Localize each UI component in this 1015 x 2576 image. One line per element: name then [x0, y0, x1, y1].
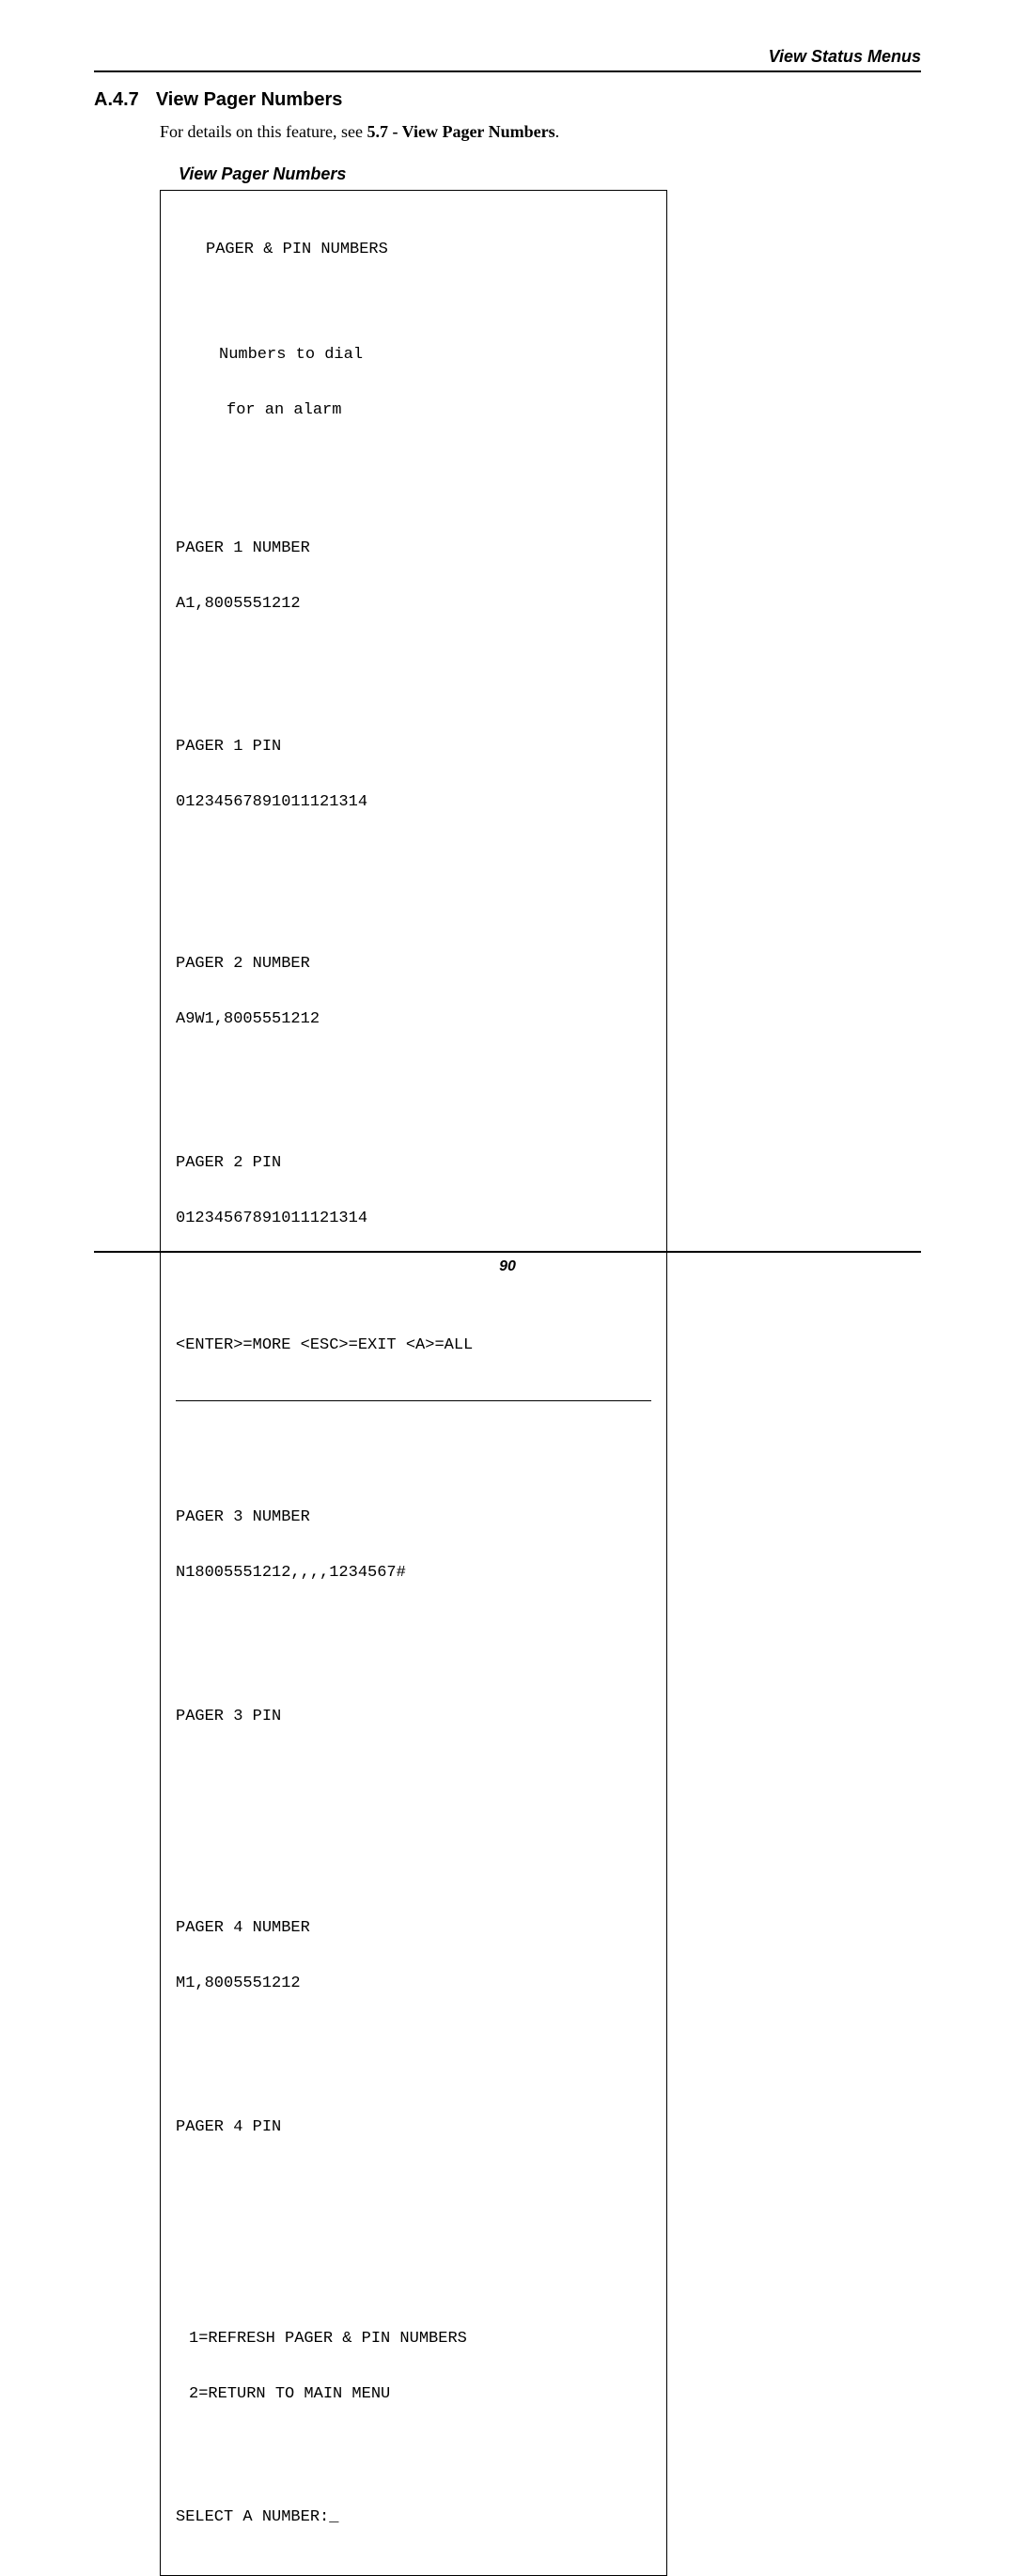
pager1-block: PAGER 1 NUMBER A1,8005551212 [176, 503, 651, 649]
terminal-sub1: Numbers to dial [176, 346, 651, 365]
pager2-number-label: PAGER 2 NUMBER [176, 955, 651, 974]
page-number: 90 [94, 1258, 921, 1275]
pager3-number-value: N18005551212,,,,1234567# [176, 1564, 651, 1583]
pager1-pin-block: PAGER 1 PIN 01234567891011121314 [176, 701, 651, 848]
pager2-pin-block: PAGER 2 PIN 01234567891011121314 [176, 1117, 651, 1264]
menu-option-2: 2=RETURN TO MAIN MENU [189, 2385, 651, 2404]
pager2-number-value: A9W1,8005551212 [176, 1010, 651, 1029]
section-number: A.4.7 [94, 89, 139, 111]
header-right-label: View Status Menus [94, 47, 921, 67]
pager3-number-label: PAGER 3 NUMBER [176, 1508, 651, 1527]
pager4-pin-block: PAGER 4 PIN [176, 2082, 651, 2210]
page-container: View Status Menus A.4.7 View Pager Numbe… [0, 0, 1015, 1313]
section-heading: A.4.7 View Pager Numbers [94, 89, 921, 111]
section-intro: For details on this feature, see 5.7 - V… [160, 120, 921, 144]
pager1-pin-value: 01234567891011121314 [176, 793, 651, 812]
menu-option-1: 1=REFRESH PAGER & PIN NUMBERS [189, 2330, 651, 2349]
terminal-box: PAGER & PIN NUMBERS Numbers to dial for … [160, 190, 667, 2575]
footer-rule [94, 1251, 921, 1253]
pager4-block: PAGER 4 NUMBER M1,8005551212 [176, 1882, 651, 2029]
pager1-number-value: A1,8005551212 [176, 595, 651, 614]
nav-line: <ENTER>=MORE <ESC>=EXIT <A>=ALL [176, 1336, 651, 1355]
footer: 90 [94, 1251, 921, 1275]
header-rule [94, 70, 921, 72]
pager4-pin-label: PAGER 4 PIN [176, 2118, 651, 2137]
section-title: View Pager Numbers [156, 89, 343, 111]
pager2-pin-label: PAGER 2 PIN [176, 1154, 651, 1173]
intro-prefix: For details on this feature, see [160, 122, 367, 141]
pager4-number-label: PAGER 4 NUMBER [176, 1919, 651, 1938]
pager4-number-value: M1,8005551212 [176, 1975, 651, 1993]
pager2-block: PAGER 2 NUMBER A9W1,8005551212 [176, 918, 651, 1065]
intro-suffix: . [555, 122, 560, 141]
intro-bold: 5.7 - View Pager Numbers [367, 122, 554, 141]
terminal-sub2: for an alarm [176, 401, 651, 420]
terminal-title: PAGER & PIN NUMBERS [176, 241, 651, 259]
figure-caption: View Pager Numbers [179, 164, 921, 184]
pager3-pin-label: PAGER 3 PIN [176, 1708, 651, 1726]
select-prompt: SELECT A NUMBER:_ [176, 2508, 651, 2527]
pager3-pin-block: PAGER 3 PIN [176, 1671, 651, 1800]
menu-block: 1=REFRESH PAGER & PIN NUMBERS 2=RETURN T… [176, 2293, 651, 2440]
pager3-block: PAGER 3 NUMBER N18005551212,,,,1234567# [176, 1472, 651, 1618]
pager1-number-label: PAGER 1 NUMBER [176, 539, 651, 558]
inner-rule [176, 1400, 651, 1401]
pager2-pin-value: 01234567891011121314 [176, 1210, 651, 1228]
pager1-pin-label: PAGER 1 PIN [176, 738, 651, 757]
